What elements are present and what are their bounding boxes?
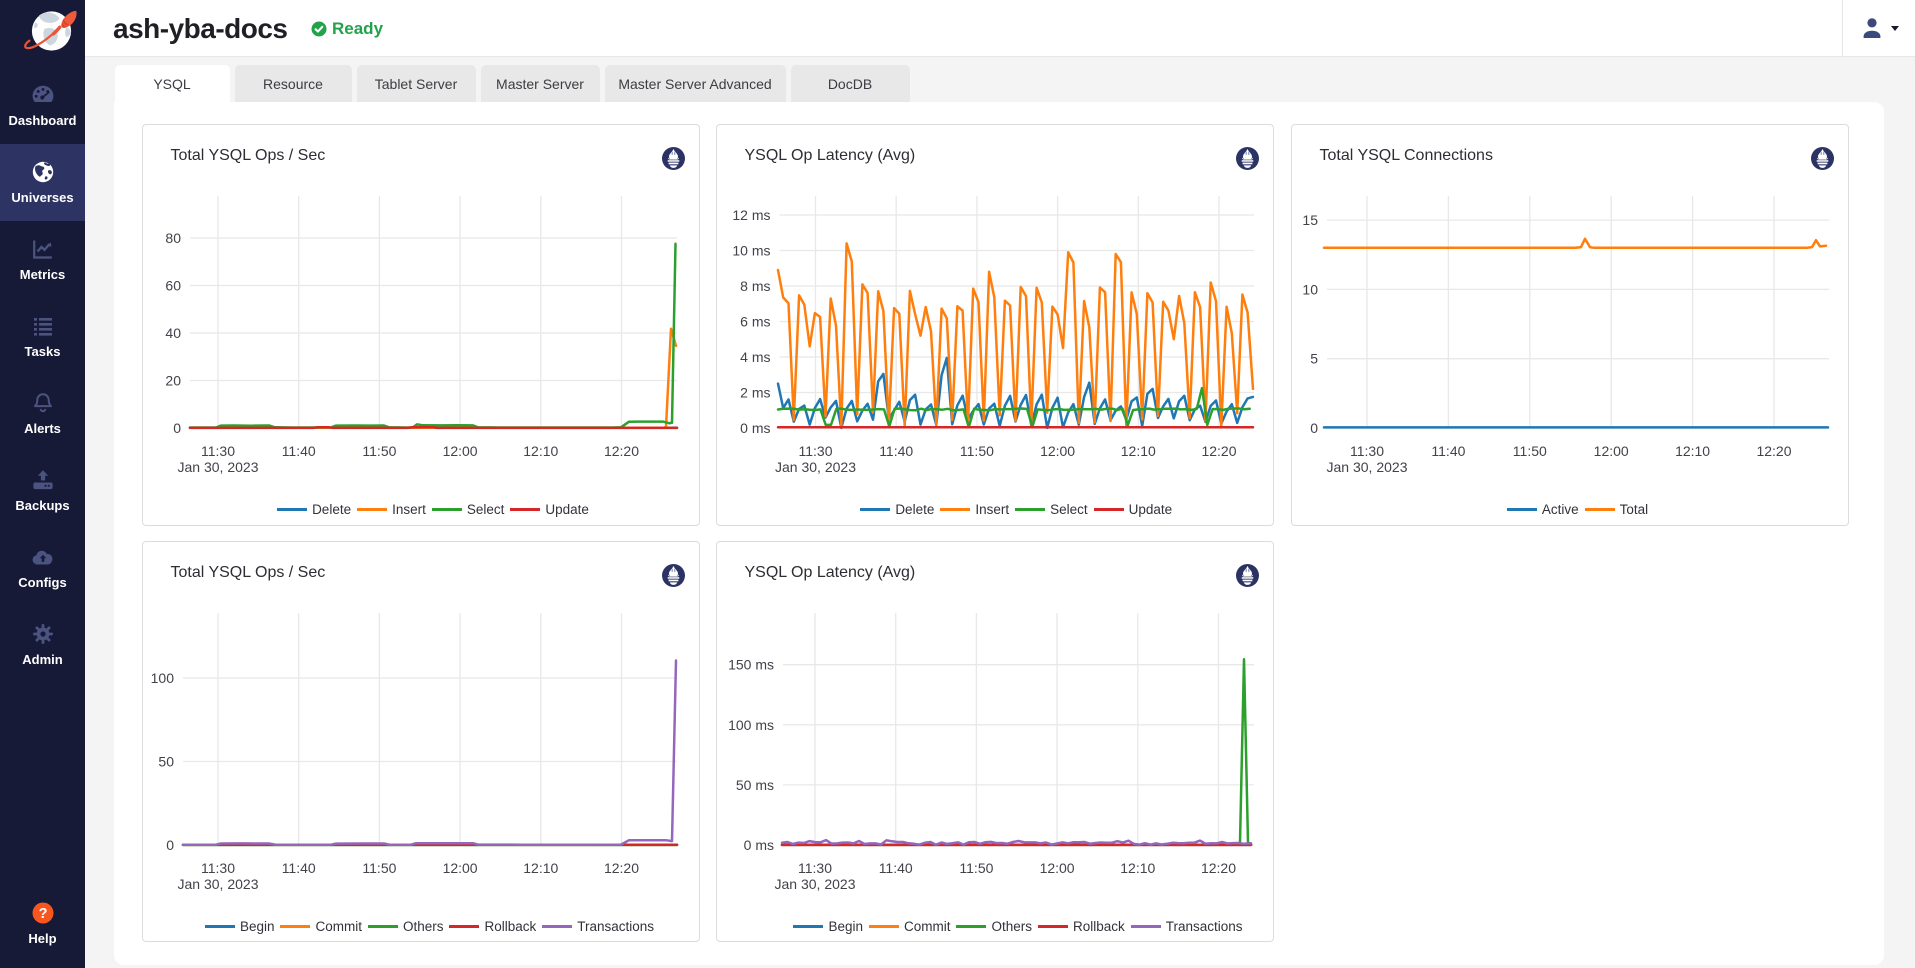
- svg-text:12:10: 12:10: [523, 860, 558, 876]
- svg-text:12:00: 12:00: [1040, 443, 1075, 459]
- svg-text:Jan 30, 2023: Jan 30, 2023: [177, 459, 258, 475]
- svg-text:11:50: 11:50: [959, 443, 993, 459]
- svg-text:12:20: 12:20: [1756, 443, 1791, 459]
- svg-text:10: 10: [1302, 281, 1318, 297]
- svg-text:0: 0: [166, 837, 174, 853]
- svg-text:11:50: 11:50: [362, 860, 396, 876]
- svg-text:2 ms: 2 ms: [740, 384, 770, 400]
- svg-text:12:20: 12:20: [1200, 860, 1235, 876]
- svg-text:11:50: 11:50: [1512, 443, 1546, 459]
- svg-text:11:30: 11:30: [1350, 443, 1384, 459]
- svg-text:12:20: 12:20: [603, 860, 638, 876]
- svg-text:12:00: 12:00: [442, 860, 477, 876]
- svg-text:100 ms: 100 ms: [728, 717, 774, 733]
- svg-text:12 ms: 12 ms: [732, 207, 770, 223]
- svg-text:Jan 30, 2023: Jan 30, 2023: [177, 876, 258, 892]
- svg-text:4 ms: 4 ms: [740, 349, 770, 365]
- svg-text:11:50: 11:50: [959, 860, 993, 876]
- svg-text:80: 80: [165, 230, 181, 246]
- svg-text:12:10: 12:10: [1120, 860, 1155, 876]
- svg-text:11:40: 11:40: [878, 860, 912, 876]
- svg-text:11:50: 11:50: [362, 443, 396, 459]
- svg-text:12:10: 12:10: [1120, 443, 1155, 459]
- svg-text:Jan 30, 2023: Jan 30, 2023: [1326, 459, 1407, 475]
- svg-text:0 ms: 0 ms: [740, 420, 770, 436]
- svg-text:60: 60: [165, 277, 181, 293]
- svg-text:11:40: 11:40: [1431, 443, 1465, 459]
- svg-text:12:20: 12:20: [603, 443, 638, 459]
- svg-text:10 ms: 10 ms: [732, 242, 770, 258]
- svg-text:12:10: 12:10: [523, 443, 558, 459]
- svg-text:50: 50: [158, 754, 174, 770]
- svg-text:0: 0: [173, 420, 181, 436]
- svg-text:12:20: 12:20: [1201, 443, 1236, 459]
- svg-text:?: ?: [38, 906, 47, 922]
- svg-text:11:40: 11:40: [281, 443, 315, 459]
- svg-text:100: 100: [150, 670, 174, 686]
- svg-text:0: 0: [1310, 420, 1318, 436]
- svg-text:12:00: 12:00: [1593, 443, 1628, 459]
- svg-text:11:40: 11:40: [879, 443, 913, 459]
- svg-text:5: 5: [1310, 350, 1318, 366]
- svg-text:15: 15: [1302, 212, 1318, 228]
- svg-text:0 ms: 0 ms: [743, 837, 773, 853]
- svg-text:11:30: 11:30: [798, 860, 832, 876]
- svg-text:12:00: 12:00: [442, 443, 477, 459]
- svg-text:20: 20: [165, 372, 181, 388]
- svg-text:50 ms: 50 ms: [735, 777, 773, 793]
- svg-text:Jan 30, 2023: Jan 30, 2023: [775, 459, 856, 475]
- svg-text:12:10: 12:10: [1675, 443, 1710, 459]
- svg-text:6 ms: 6 ms: [740, 313, 770, 329]
- svg-text:11:30: 11:30: [201, 860, 235, 876]
- svg-text:11:30: 11:30: [798, 443, 832, 459]
- svg-text:11:30: 11:30: [201, 443, 235, 459]
- svg-text:8 ms: 8 ms: [740, 278, 770, 294]
- svg-text:11:40: 11:40: [281, 860, 315, 876]
- svg-text:40: 40: [165, 325, 181, 341]
- svg-text:12:00: 12:00: [1039, 860, 1074, 876]
- svg-text:150 ms: 150 ms: [728, 657, 774, 673]
- svg-text:Jan 30, 2023: Jan 30, 2023: [774, 876, 855, 892]
